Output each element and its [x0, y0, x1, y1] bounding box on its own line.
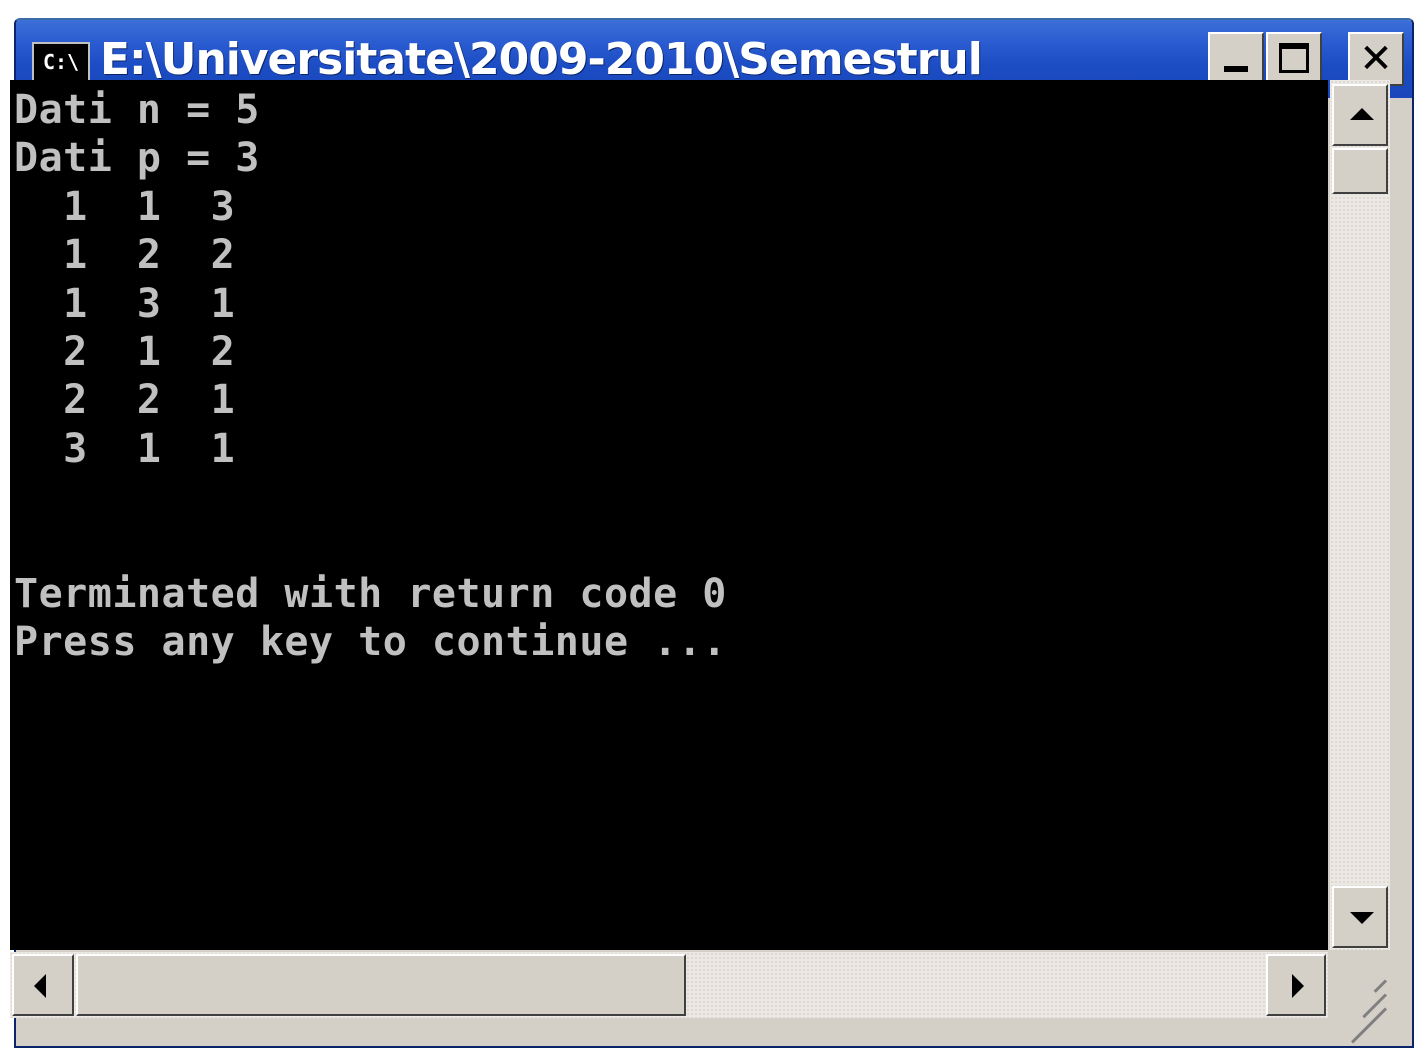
scroll-down-button[interactable] — [1332, 886, 1388, 948]
console-line: 3 1 1 — [14, 425, 236, 472]
minimize-icon — [1224, 66, 1248, 72]
console-line: 2 1 2 — [14, 329, 236, 376]
minimize-button[interactable] — [1208, 32, 1264, 86]
vertical-scroll-thumb[interactable] — [1332, 148, 1388, 194]
console-line: Dati p = 3 — [14, 135, 260, 182]
scroll-up-button[interactable] — [1332, 84, 1388, 146]
close-button[interactable]: ✕ — [1348, 32, 1404, 86]
maximize-button[interactable] — [1266, 32, 1322, 86]
scroll-left-button[interactable] — [12, 954, 74, 1016]
console-output: Dati n = 5 Dati p = 3 1 1 3 1 2 2 1 3 1 … — [14, 86, 727, 667]
arrow-down-icon — [1350, 912, 1374, 924]
console-app-icon[interactable]: C:\ — [32, 42, 90, 82]
console-line: 2 2 1 — [14, 377, 236, 424]
scroll-right-button[interactable] — [1266, 954, 1326, 1016]
resize-grip[interactable] — [1330, 952, 1390, 1044]
console-line: 1 2 2 — [14, 232, 236, 279]
close-icon: ✕ — [1359, 36, 1393, 82]
maximize-icon — [1279, 43, 1309, 73]
arrow-left-icon — [34, 974, 46, 998]
console-output-area[interactable]: Dati n = 5 Dati p = 3 1 1 3 1 2 2 1 3 1 … — [10, 80, 1328, 950]
horizontal-scrollbar[interactable] — [10, 952, 1328, 1018]
console-line: Press any key to continue ... — [14, 619, 727, 666]
console-line: 1 1 3 — [14, 183, 236, 230]
arrow-right-icon — [1292, 974, 1304, 998]
vertical-scrollbar[interactable] — [1330, 80, 1390, 950]
console-line: Dati n = 5 — [14, 87, 260, 133]
horizontal-scroll-thumb[interactable] — [76, 954, 686, 1016]
console-line: 1 3 1 — [14, 280, 236, 327]
console-line: Terminated with return code 0 — [14, 571, 727, 618]
arrow-up-icon — [1350, 108, 1374, 120]
